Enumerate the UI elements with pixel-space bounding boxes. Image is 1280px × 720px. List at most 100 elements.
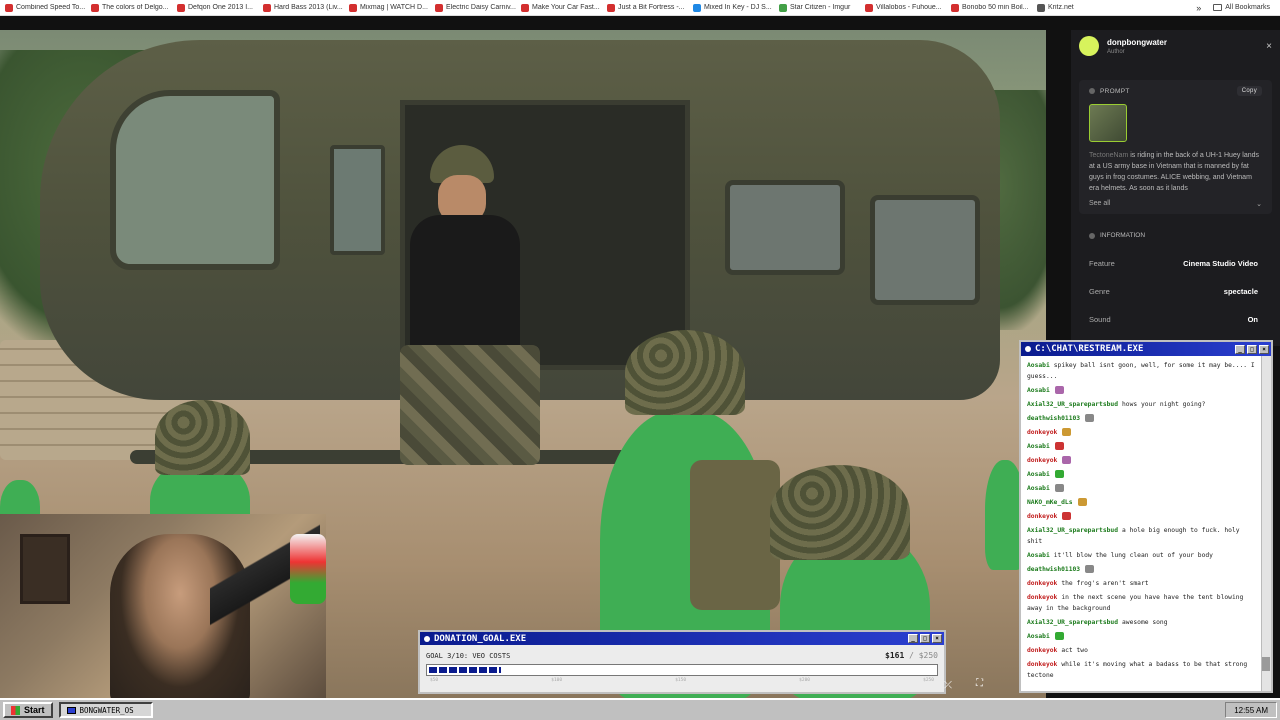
chat-username[interactable]: donkeyok [1027,661,1057,668]
close-icon[interactable]: ⤫ [944,680,952,691]
bookmark-favicon-icon [349,3,357,12]
chat-message: Axial32_UR_sparepartsbud hows your night … [1027,399,1255,410]
donation-title-bar[interactable]: DONATION_GOAL.EXE _ □ × [420,632,944,645]
chat-username[interactable]: donkeyok [1027,457,1057,464]
bookmark-favicon-icon [177,3,185,12]
chat-username[interactable]: Aosabi [1027,443,1050,450]
minimize-button[interactable]: _ [1235,344,1245,354]
author-name[interactable]: donpbongwater [1107,38,1167,47]
minimize-button[interactable]: _ [908,634,918,643]
chat-window[interactable]: C:\CHAT\RESTREAM.EXE _ □ × Aosabi spikey … [1019,340,1273,693]
chat-scrollbar-thumb[interactable] [1262,657,1270,671]
emote-icon [1062,512,1072,520]
emote-icon [1077,498,1087,506]
chat-message: NAKO_mKe_dLs [1027,497,1255,508]
information-heading-label: INFORMATION [1100,232,1146,239]
frog-soldier-helmet [625,330,745,415]
chat-title-bar[interactable]: C:\CHAT\RESTREAM.EXE _ □ × [1021,342,1271,356]
chat-username[interactable]: NAKO_mKe_dLs [1027,499,1073,506]
bookmark-item[interactable]: Mixed In Key - DJ S... [688,3,774,12]
donation-tick-label: $100 [551,678,563,683]
app-window-icon [66,706,76,714]
bookmark-item[interactable]: Make Your Car Fast... [516,3,602,12]
chat-username[interactable]: Aosabi [1027,485,1050,492]
chat-username[interactable]: donkeyok [1027,594,1057,601]
chat-username[interactable]: Aosabi [1027,552,1050,559]
fullscreen-icon[interactable]: ⛶ [976,678,983,689]
chat-text: hows your night going? [1122,401,1206,408]
information-value: spectacle [1223,286,1258,296]
emote-icon [1054,470,1064,478]
bookmark-label: Defqon One 2013 I... [188,4,253,11]
bookmark-item[interactable]: Combined Speed To... [0,3,86,12]
bookmark-label: Make Your Car Fast... [532,4,600,11]
chat-username[interactable]: deathwish01103 [1027,566,1080,573]
close-button[interactable]: × [1259,344,1269,354]
chat-username[interactable]: donkeyok [1027,513,1057,520]
bookmark-label: Bonobo 50 min Boil... [962,4,1029,11]
donation-goal-label: GOAL 3/10: VEO COSTS [426,651,511,660]
all-bookmarks-button[interactable]: All Bookmarks [1209,4,1280,11]
bookmark-item[interactable]: Bonobo 50 min Boil... [946,3,1032,12]
bookmark-item[interactable]: Villalobos - Fuhoue... [860,3,946,12]
donation-tick-label: $150 [675,678,687,683]
bookmark-item[interactable]: The colors of Delgo... [86,3,172,12]
copy-prompt-button[interactable]: Copy [1236,86,1262,96]
author-role: Author [1107,48,1125,55]
see-all-button[interactable]: See all ⌄ [1089,200,1262,208]
bookmark-item[interactable]: Just a Bit Fortress -... [602,3,688,12]
chat-username[interactable]: Axial32_UR_sparepartsbud [1027,401,1118,408]
maximize-button[interactable]: □ [920,634,930,643]
maximize-button[interactable]: □ [1247,344,1257,354]
author-row: donpbongwater Author × [1071,30,1280,62]
taskbar: Start BONGWATER_OS 12:55 AM [0,698,1280,720]
bookmark-item[interactable]: Star Citizen - Imgur [774,3,860,12]
chat-message: Aosabi spikey ball isnt goon, well, for s… [1027,360,1255,382]
chat-username[interactable]: Axial32_UR_sparepartsbud [1027,527,1118,534]
taskbar-app-bongwater[interactable]: BONGWATER_OS [58,702,153,718]
chat-username[interactable]: Axial32_UR_sparepartsbud [1027,619,1118,626]
bookmarks-overflow-button[interactable]: » [1188,3,1209,13]
bookmark-item[interactable]: Kritz.net [1032,3,1118,12]
bookmark-label: Mixmag | WATCH D... [360,4,428,11]
chat-username[interactable]: Aosabi [1027,387,1050,394]
bookmark-favicon-icon [951,3,959,12]
chat-username[interactable]: Aosabi [1027,471,1050,478]
chat-scrollbar[interactable] [1261,356,1271,691]
close-icon[interactable]: × [1266,41,1272,52]
emote-icon [1054,442,1064,450]
chat-username[interactable]: Aosabi [1027,362,1050,369]
chat-username[interactable]: donkeyok [1027,429,1057,436]
author-avatar[interactable] [1079,36,1099,56]
chat-username[interactable]: deathwish01103 [1027,415,1080,422]
prompt-reference-thumbnail[interactable] [1089,104,1127,142]
figurine [290,534,326,604]
bookmark-favicon-icon [521,3,529,12]
bookmark-list: Combined Speed To... The colors of Delgo.… [0,3,1118,12]
close-button[interactable]: × [932,634,942,643]
chat-username[interactable]: donkeyok [1027,647,1057,654]
clock[interactable]: 12:55 AM [1234,706,1268,715]
chat-text: spikey ball isnt goon, well, for some it… [1027,362,1255,380]
bookmark-item[interactable]: Hard Bass 2013 (Liv... [258,3,344,12]
prompt-heading: PROMPT [1100,87,1130,95]
donation-target: $250 [918,651,938,660]
chat-message: Axial32_UR_sparepartsbud awesome song [1027,617,1255,628]
window-icon [424,635,430,642]
chat-message: Aosabi [1027,385,1255,396]
bookmark-label: Villalobos - Fuhoue... [876,4,942,11]
information-value: On [1247,314,1258,324]
bookmark-label: Hard Bass 2013 (Liv... [274,4,343,11]
emote-icon [1054,386,1064,394]
soldier-torso [410,215,520,355]
donation-goal-window[interactable]: DONATION_GOAL.EXE _ □ × GOAL 3/10: VEO C… [418,630,946,694]
chat-username[interactable]: donkeyok [1027,580,1057,587]
start-button[interactable]: Start [3,702,53,718]
bookmark-favicon-icon [693,3,701,12]
bookmark-item[interactable]: Electric Daisy Carniv... [430,3,516,12]
bookmark-item[interactable]: Mixmag | WATCH D... [344,3,430,12]
chat-message: donkeyok [1027,427,1255,438]
bookmark-item[interactable]: Defqon One 2013 I... [172,3,258,12]
window-icon [1025,346,1031,352]
chat-username[interactable]: Aosabi [1027,633,1050,640]
